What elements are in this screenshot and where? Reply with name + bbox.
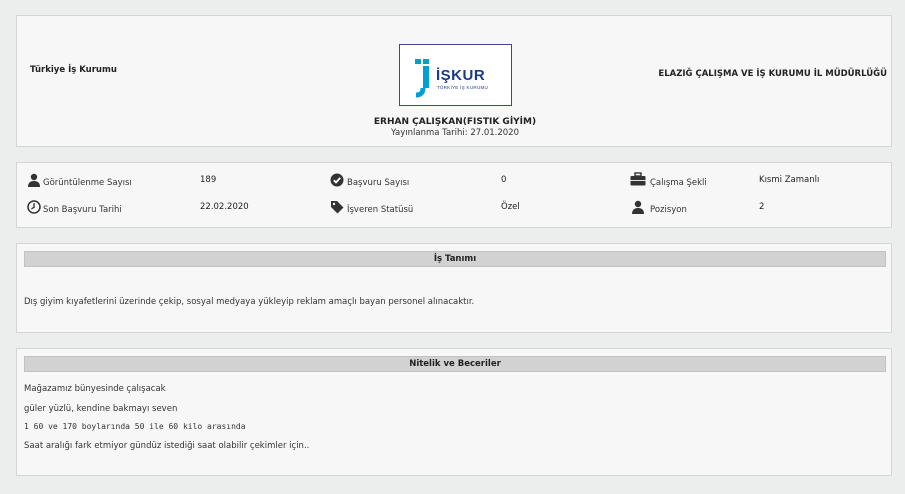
skills-line: Saat aralığı fark etmiyor gündüz istediğ… bbox=[24, 441, 310, 451]
employer-status-label: İşveren Statüsü bbox=[347, 205, 414, 215]
job-header-panel: Türkiye İş Kurumu İŞKUR TÜRKİYE İŞ KURUM… bbox=[16, 15, 892, 147]
tag-icon bbox=[331, 201, 344, 214]
institution-name: Türkiye İş Kurumu bbox=[30, 65, 117, 75]
provincial-directorate: ELAZIĞ ÇALIŞMA VE İŞ KURUMU İL MÜDÜRLÜĞÜ bbox=[658, 69, 887, 79]
positions-label: Pozisyon bbox=[650, 205, 687, 215]
deadline-value: 22.02.2020 bbox=[200, 202, 249, 212]
work-type-label: Çalışma Şekli bbox=[650, 178, 707, 188]
skills-panel: Nitelik ve Beceriler Mağazamız bünyesind… bbox=[16, 348, 892, 476]
positions-value: 2 bbox=[759, 202, 765, 212]
briefcase-icon bbox=[630, 172, 646, 186]
job-description-panel: İş Tanımı Dış giyim kıyafetlerini üzerin… bbox=[16, 243, 892, 333]
skills-line: Mağazamız bünyesinde çalışacak bbox=[24, 384, 166, 394]
user-icon bbox=[28, 173, 40, 187]
check-circle-icon bbox=[330, 173, 344, 187]
skills-line: güler yüzlü, kendine bakmayı seven bbox=[24, 404, 178, 414]
job-description-text: Dış giyim kıyafetlerini üzerinde çekip, … bbox=[24, 297, 475, 307]
views-value: 189 bbox=[200, 175, 217, 185]
publish-date: Yayınlanma Tarihi: 27.01.2020 bbox=[391, 128, 519, 138]
applications-label: Başvuru Sayısı bbox=[347, 178, 410, 188]
applications-value: 0 bbox=[501, 175, 507, 185]
logo-subtext: TÜRKİYE İŞ KURUMU bbox=[437, 85, 489, 90]
employer-name: ERHAN ÇALIŞKAN(FISTIK GİYİM) bbox=[373, 117, 537, 127]
clock-icon bbox=[27, 200, 41, 214]
iskur-logo: İŞKUR TÜRKİYE İŞ KURUMU bbox=[399, 44, 512, 106]
employer-status-value: Özel bbox=[501, 202, 520, 212]
job-description-heading: İş Tanımı bbox=[24, 251, 886, 267]
job-stats-panel: Görüntülenme Sayısı 189 Başvuru Sayısı 0… bbox=[16, 162, 892, 228]
person-icon bbox=[632, 200, 644, 214]
skills-heading: Nitelik ve Beceriler bbox=[24, 356, 886, 372]
deadline-label: Son Başvuru Tarihi bbox=[43, 205, 122, 215]
work-type-value: Kısmi Zamanlı bbox=[759, 175, 820, 185]
logo-wordmark: İŞKUR bbox=[436, 67, 486, 84]
views-label: Görüntülenme Sayısı bbox=[43, 178, 132, 188]
skills-line: 1 60 ve 170 boylarında 50 ile 60 kilo ar… bbox=[24, 422, 246, 431]
